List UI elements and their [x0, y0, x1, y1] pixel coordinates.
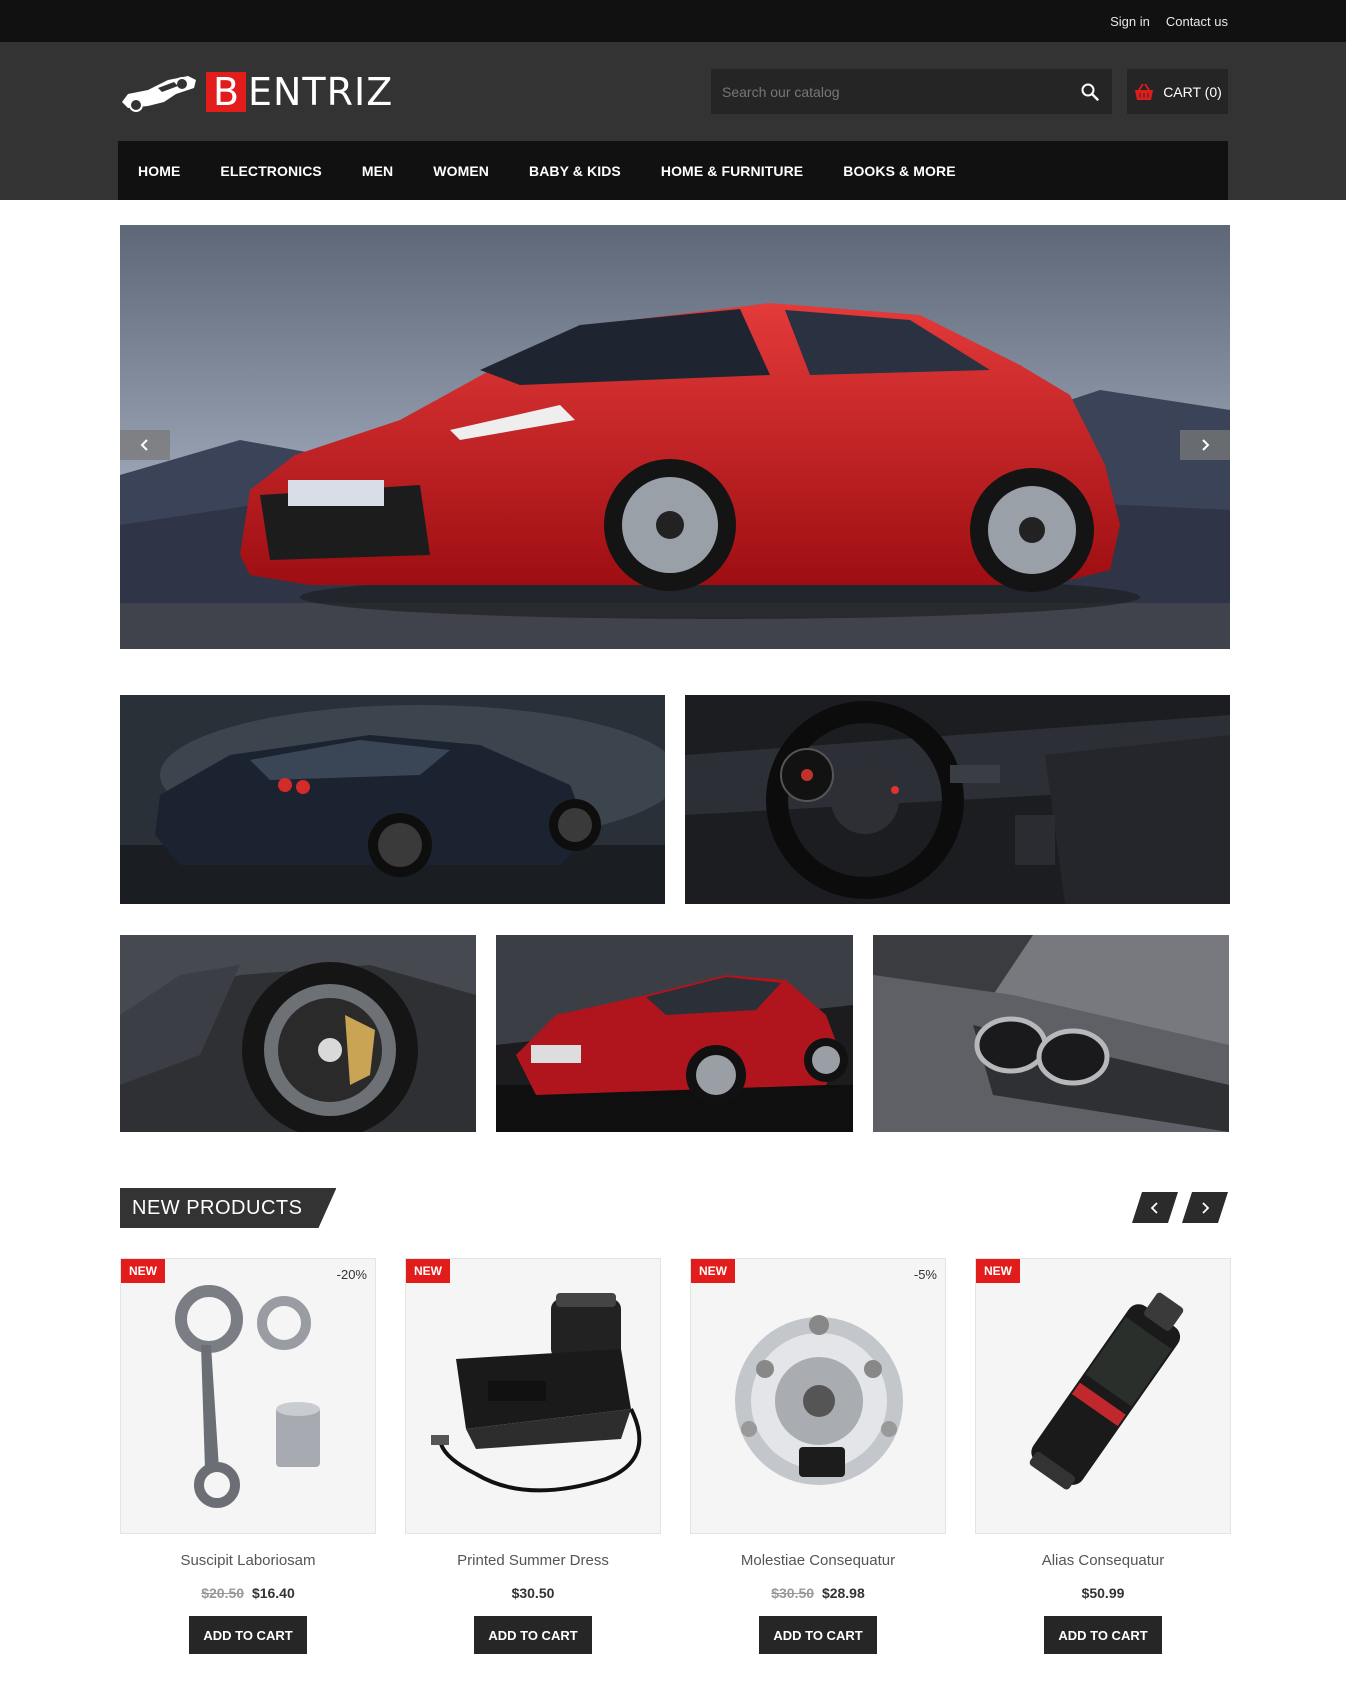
old-price: $20.50 — [201, 1585, 245, 1601]
product-card[interactable]: NEW Printed Summer Dress $30.50 ADD TO C… — [405, 1258, 661, 1654]
logo-letter: B — [206, 72, 246, 112]
product-name[interactable]: Alias Consequatur — [975, 1552, 1231, 1569]
nav-men[interactable]: MEN — [362, 163, 393, 179]
new-badge: NEW — [691, 1259, 735, 1283]
slider-next-button[interactable] — [1180, 430, 1230, 460]
banner-image — [120, 935, 476, 1132]
banner-exhaust[interactable] — [873, 935, 1229, 1132]
nav-women[interactable]: WOMEN — [433, 163, 489, 179]
new-badge: NEW — [406, 1259, 450, 1283]
product-card[interactable]: NEW -5% Molestiae Consequatur $30.50 $28… — [690, 1258, 946, 1654]
nav-home[interactable]: HOME — [138, 163, 180, 179]
product-image[interactable]: NEW -20% — [120, 1258, 376, 1534]
nav-electronics[interactable]: ELECTRONICS — [220, 163, 321, 179]
product-price: $30.50 — [405, 1585, 661, 1601]
top-bar: Sign in Contact us — [0, 0, 1346, 42]
discount-badge: -20% — [336, 1267, 367, 1282]
sign-in-link[interactable]: Sign in — [1110, 14, 1150, 29]
shock-absorber-image — [1029, 1292, 1184, 1490]
air-compressor-image — [431, 1293, 642, 1493]
chevron-right-icon — [1200, 1202, 1210, 1214]
logo[interactable]: B ENTRIZ — [118, 68, 393, 116]
products-prev-button[interactable] — [1132, 1192, 1178, 1223]
new-badge: NEW — [121, 1259, 165, 1283]
car-logo-icon — [122, 76, 196, 112]
search-icon — [1081, 83, 1099, 101]
add-to-cart-button[interactable]: ADD TO CART — [1044, 1616, 1162, 1654]
search-input[interactable] — [711, 69, 1068, 114]
connecting-rod-image — [175, 1285, 320, 1508]
banner-red-coupe[interactable] — [496, 935, 853, 1132]
logo-text: ENTRIZ — [248, 70, 394, 114]
chevron-left-icon — [1150, 1202, 1160, 1214]
product-name[interactable]: Printed Summer Dress — [405, 1552, 661, 1569]
banner-wheel[interactable] — [120, 935, 476, 1132]
product-name[interactable]: Molestiae Consequatur — [690, 1552, 946, 1569]
current-price: $28.98 — [821, 1585, 865, 1601]
search-button[interactable] — [1068, 69, 1112, 114]
banner-image — [685, 695, 1230, 904]
section-title: NEW PRODUCTS — [120, 1188, 336, 1228]
chevron-left-icon — [140, 439, 148, 451]
old-price: $30.50 — [771, 1585, 815, 1601]
hero-slider[interactable] — [120, 225, 1230, 649]
product-price: $30.50 $28.98 — [690, 1585, 946, 1601]
cart-button[interactable]: CART (0) — [1127, 69, 1228, 114]
search-bar — [711, 69, 1112, 114]
hero-slide-image — [120, 225, 1230, 649]
banner-image — [873, 935, 1229, 1132]
alternator-image — [735, 1315, 903, 1485]
product-name[interactable]: Suscipit Laboriosam — [120, 1552, 376, 1569]
new-badge: NEW — [976, 1259, 1020, 1283]
main-nav: HOME ELECTRONICS MEN WOMEN BABY & KIDS H… — [118, 141, 1228, 200]
product-image[interactable]: NEW — [975, 1258, 1231, 1534]
current-price: $16.40 — [251, 1585, 295, 1601]
add-to-cart-button[interactable]: ADD TO CART — [474, 1616, 592, 1654]
product-image[interactable]: NEW — [405, 1258, 661, 1534]
product-card[interactable]: NEW Alias Consequatur $50.99 ADD TO CART — [975, 1258, 1231, 1654]
slider-prev-button[interactable] — [120, 430, 170, 460]
add-to-cart-button[interactable]: ADD TO CART — [759, 1616, 877, 1654]
banner-black-sportscar[interactable] — [120, 695, 665, 904]
product-price: $20.50 $16.40 — [120, 1585, 376, 1601]
banner-car-interior[interactable] — [685, 695, 1230, 904]
product-image[interactable]: NEW -5% — [690, 1258, 946, 1534]
header: B ENTRIZ CART (0) HOME — [0, 42, 1346, 200]
product-price: $50.99 — [975, 1585, 1231, 1601]
current-price: $30.50 — [511, 1585, 555, 1601]
product-card[interactable]: NEW -20% Suscipit Laboriosam $20.50 $16.… — [120, 1258, 376, 1654]
cart-label: CART (0) — [1163, 83, 1222, 100]
current-price: $50.99 — [1081, 1585, 1125, 1601]
nav-home-furniture[interactable]: HOME & FURNITURE — [661, 163, 803, 179]
basket-icon — [1135, 83, 1154, 100]
new-products-heading: NEW PRODUCTS — [120, 1188, 336, 1228]
nav-books-more[interactable]: BOOKS & MORE — [843, 163, 955, 179]
chevron-right-icon — [1202, 439, 1210, 451]
nav-baby-kids[interactable]: BABY & KIDS — [529, 163, 621, 179]
banner-image — [120, 695, 665, 904]
add-to-cart-button[interactable]: ADD TO CART — [189, 1616, 307, 1654]
products-next-button[interactable] — [1182, 1192, 1228, 1223]
contact-us-link[interactable]: Contact us — [1166, 14, 1228, 29]
discount-badge: -5% — [913, 1267, 937, 1282]
banner-image — [496, 935, 853, 1132]
